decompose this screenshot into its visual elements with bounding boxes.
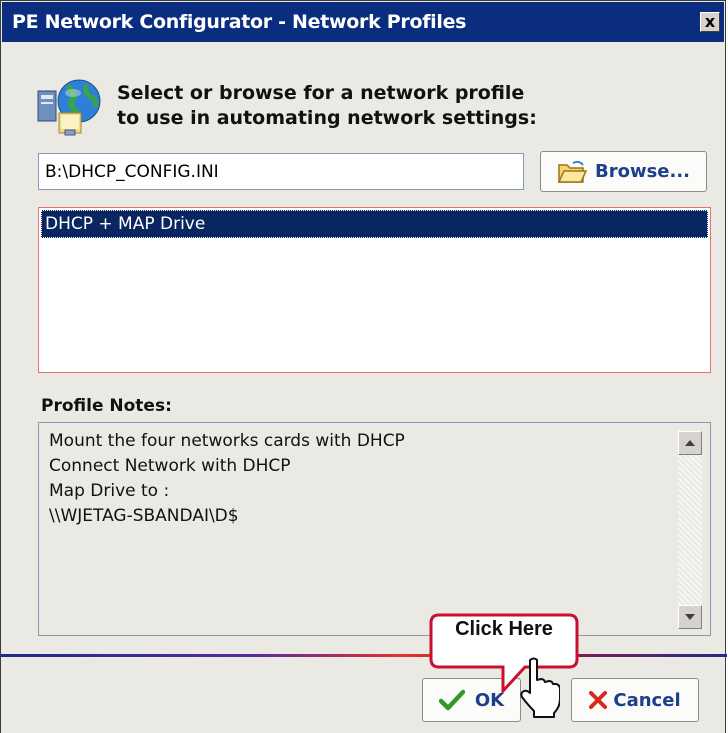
dialog-window: PE Network Configurator - Network Profil…	[0, 0, 727, 733]
window-title: PE Network Configurator - Network Profil…	[12, 11, 467, 33]
profile-notes-text: Mount the four networks cards with DHCP …	[49, 429, 405, 529]
profile-notes-label: Profile Notes:	[41, 396, 172, 416]
cancel-button-label: Cancel	[613, 689, 681, 711]
callout-text: Click Here	[455, 618, 553, 640]
close-button[interactable]: x	[700, 12, 720, 32]
cancel-button[interactable]: Cancel	[571, 678, 699, 722]
folder-open-icon	[557, 160, 587, 183]
scroll-up-arrow[interactable]	[678, 431, 702, 455]
notes-line: Mount the four networks cards with DHCP	[49, 431, 405, 451]
notes-line: Connect Network with DHCP	[49, 456, 291, 476]
hand-pointer-icon	[520, 657, 560, 718]
instruction-line-2: to use in automating network settings:	[117, 107, 537, 129]
triangle-down-icon	[685, 614, 695, 620]
profile-list[interactable]: DHCP + MAP Drive	[38, 207, 711, 373]
profile-list-item[interactable]: DHCP + MAP Drive	[41, 210, 708, 238]
profile-path-input[interactable]	[38, 153, 524, 190]
separator-line	[1, 654, 727, 657]
network-globe-icon	[37, 79, 101, 136]
profile-notes-area[interactable]: Mount the four networks cards with DHCP …	[38, 422, 711, 636]
browse-button[interactable]: Browse...	[540, 151, 707, 192]
x-mark-icon	[589, 691, 608, 709]
notes-scrollbar[interactable]	[678, 431, 702, 629]
instructions: Select or browse for a network profile t…	[117, 81, 537, 131]
triangle-up-icon	[685, 440, 695, 446]
notes-line: \\WJETAG-SBANDAI\D$	[49, 506, 239, 526]
browse-button-label: Browse...	[594, 161, 691, 182]
title-bar[interactable]: PE Network Configurator - Network Profil…	[2, 2, 724, 42]
instruction-line-1: Select or browse for a network profile	[117, 82, 525, 104]
scroll-down-arrow[interactable]	[678, 605, 702, 629]
notes-line: Map Drive to :	[49, 481, 170, 501]
